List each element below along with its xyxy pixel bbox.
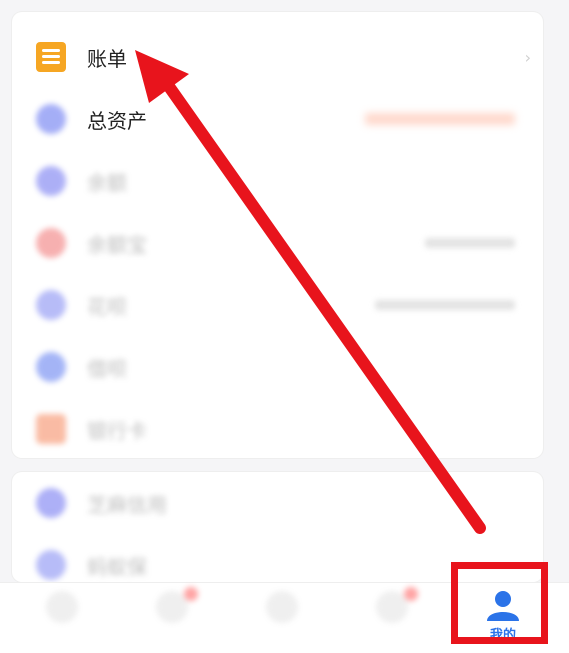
yuebao-icon: [36, 228, 66, 258]
huabei-icon: [36, 290, 66, 320]
messages-badge: [404, 587, 418, 601]
insurance-label: 蚂蚁保: [87, 554, 147, 579]
asset-list-card: 账单 › 总资产 余额 余额宝 花呗 借呗 银行卡: [12, 12, 543, 458]
bill-icon: [36, 42, 66, 72]
list-item-bank-card[interactable]: 银行卡: [12, 398, 543, 460]
assets-value-blurred: [365, 113, 515, 125]
video-icon: [266, 591, 298, 623]
tab-messages[interactable]: [342, 583, 442, 653]
list-item-credit[interactable]: 芝麻信用: [12, 472, 543, 534]
insurance-icon: [36, 550, 66, 580]
list-item-bill[interactable]: 账单 ›: [12, 26, 543, 88]
list-item-jiebei[interactable]: 借呗: [12, 336, 543, 398]
tab-video[interactable]: [232, 583, 332, 653]
yuebao-value-blurred: [425, 238, 515, 248]
wealth-icon: [156, 591, 188, 623]
bank-card-icon: [36, 414, 66, 444]
chevron-right-icon: ›: [524, 47, 531, 67]
huabei-label: 花呗: [87, 294, 127, 319]
highlight-box: [451, 562, 548, 644]
tab-wealth[interactable]: [122, 583, 222, 653]
list-item-balance[interactable]: 余额: [12, 150, 543, 212]
list-item-yuebao[interactable]: 余额宝: [12, 212, 543, 274]
balance-icon: [36, 166, 66, 196]
yuebao-label: 余额宝: [87, 232, 147, 257]
jiebei-icon: [36, 352, 66, 382]
bank-card-label: 银行卡: [87, 418, 147, 443]
jiebei-label: 借呗: [87, 356, 127, 381]
assets-icon: [36, 104, 66, 134]
home-icon: [46, 591, 78, 623]
list-item-huabei[interactable]: 花呗: [12, 274, 543, 336]
balance-label: 余额: [87, 170, 127, 195]
list-item-total-assets[interactable]: 总资产: [12, 88, 543, 150]
tab-home[interactable]: [12, 583, 112, 653]
credit-label: 芝麻信用: [87, 492, 167, 517]
credit-icon: [36, 488, 66, 518]
bill-label: 账单: [87, 46, 127, 71]
huabei-value-blurred: [375, 300, 515, 310]
wealth-badge: [184, 587, 198, 601]
total-assets-label: 总资产: [87, 108, 147, 133]
messages-icon: [376, 591, 408, 623]
